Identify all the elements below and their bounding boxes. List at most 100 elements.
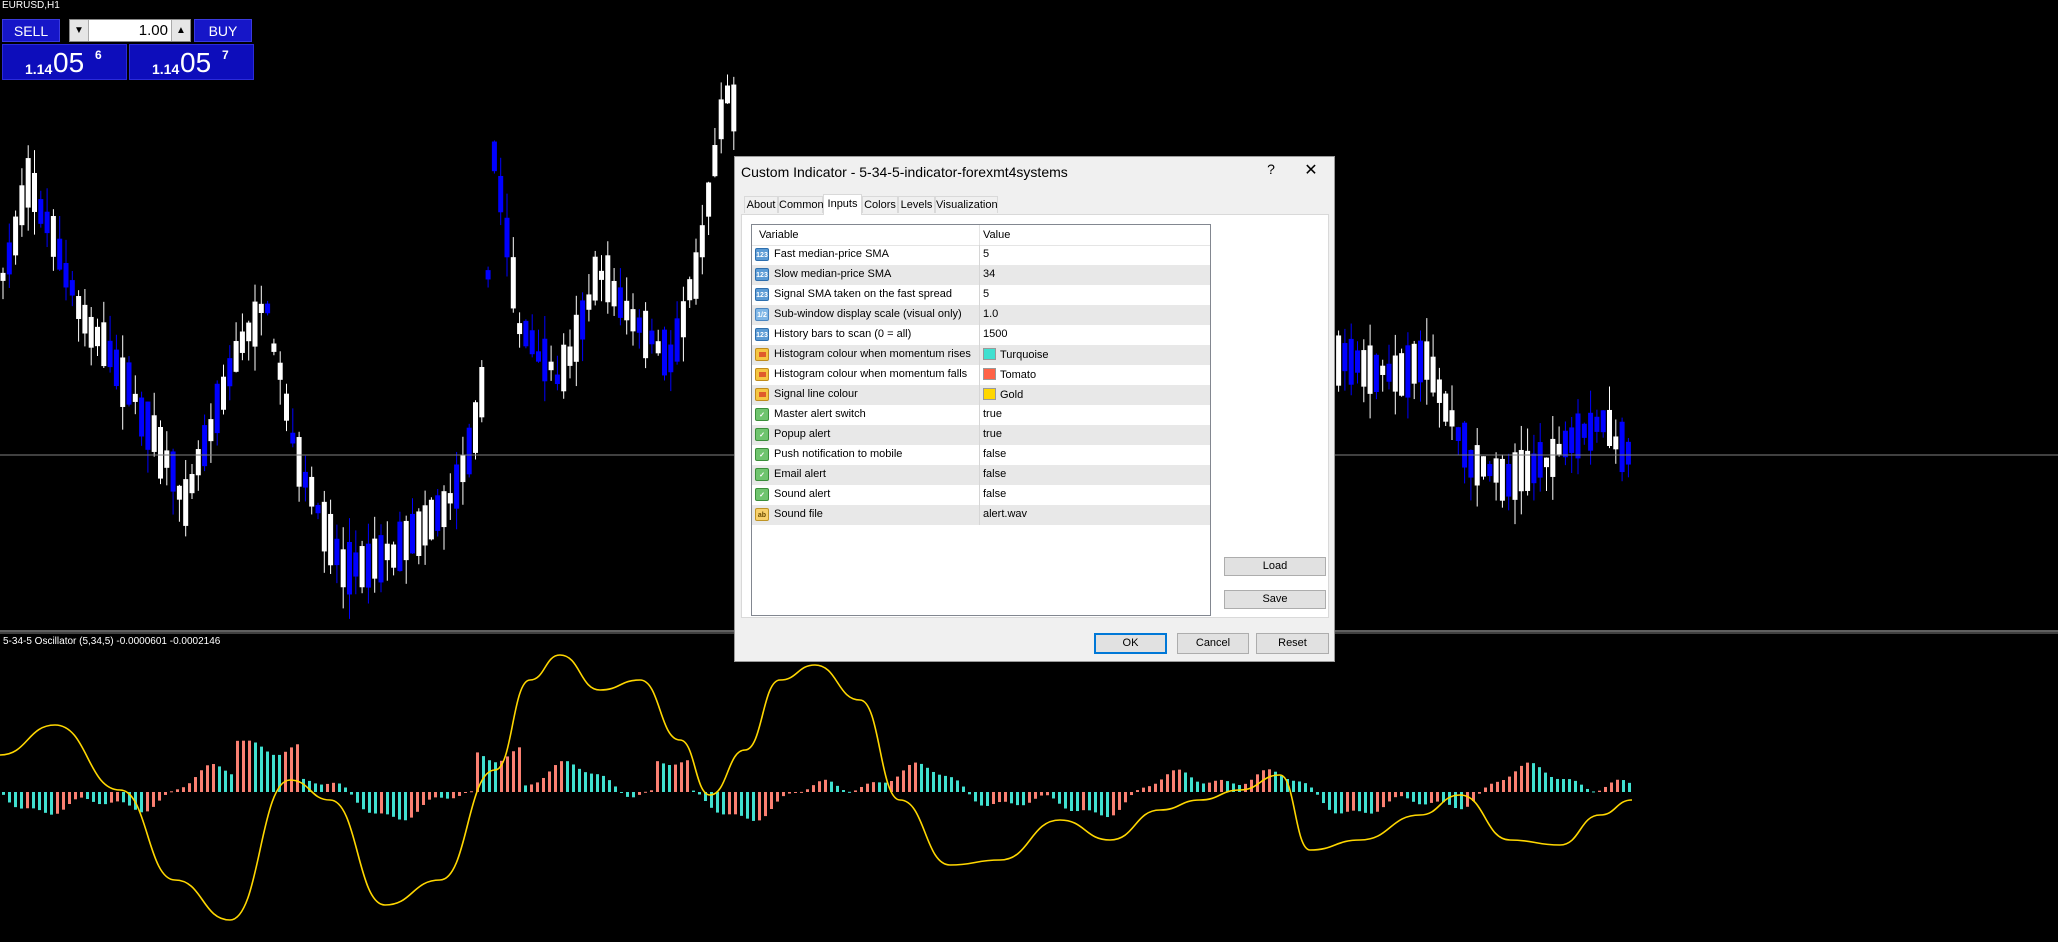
candle xyxy=(50,216,56,257)
table-row[interactable]: ✓ Email alert false xyxy=(752,465,1210,485)
histogram-bar xyxy=(1316,792,1319,795)
table-row[interactable]: ✓ Sound alert false xyxy=(752,485,1210,505)
candle xyxy=(580,300,586,340)
candle xyxy=(1487,464,1493,477)
histogram-bar xyxy=(1424,792,1427,805)
ok-button[interactable]: OK xyxy=(1094,633,1167,654)
tab-levels[interactable]: Levels xyxy=(898,196,935,213)
variable-value[interactable]: Gold xyxy=(983,388,1023,401)
variable-value[interactable]: true xyxy=(983,408,1002,420)
lot-decrease-arrow-icon[interactable]: ▼ xyxy=(70,20,89,41)
variable-value[interactable]: Turquoise xyxy=(983,348,1049,361)
histogram-bar xyxy=(146,792,149,812)
tab-inputs[interactable]: Inputs xyxy=(823,194,862,215)
variable-value[interactable]: false xyxy=(983,448,1006,460)
lot-increase-arrow-icon[interactable]: ▲ xyxy=(171,20,190,41)
table-row[interactable]: 1/2 Sub-window display scale (visual only… xyxy=(752,305,1210,325)
candle xyxy=(599,270,604,280)
oscillator-histogram xyxy=(2,740,1631,821)
histogram-bar xyxy=(866,783,869,792)
variable-value[interactable]: false xyxy=(983,488,1006,500)
variable-value[interactable]: 34 xyxy=(983,268,995,280)
histogram-bar xyxy=(1364,792,1367,813)
int-type-icon: 123 xyxy=(755,328,769,341)
variable-value[interactable]: alert.wav xyxy=(983,508,1027,520)
tab-visualization[interactable]: Visualization xyxy=(935,196,998,213)
variable-value-text: 1500 xyxy=(983,328,1008,340)
close-icon[interactable]: ✕ xyxy=(1301,160,1321,180)
table-row[interactable]: Histogram colour when momentum falls Toma… xyxy=(752,365,1210,385)
candle xyxy=(0,272,6,281)
histogram-bar xyxy=(26,792,29,809)
table-row[interactable]: ✓ Master alert switch true xyxy=(752,405,1210,425)
table-row[interactable]: ✓ Push notification to mobile false xyxy=(752,445,1210,465)
variable-value[interactable]: Tomato xyxy=(983,368,1036,381)
histogram-bar xyxy=(1082,792,1085,811)
tab-about[interactable]: About xyxy=(744,196,778,213)
cancel-button[interactable]: Cancel xyxy=(1177,633,1249,654)
histogram-bar xyxy=(728,792,731,815)
sell-button[interactable]: SELL xyxy=(2,19,60,42)
table-row[interactable]: ✓ Popup alert true xyxy=(752,425,1210,445)
histogram-bar xyxy=(560,761,563,792)
histogram-bar xyxy=(1322,792,1325,804)
buy-button[interactable]: BUY xyxy=(194,19,252,42)
variable-value[interactable]: 5 xyxy=(983,288,989,300)
table-row[interactable]: Signal line colour Gold xyxy=(752,385,1210,405)
variable-value[interactable]: 1500 xyxy=(983,328,1007,340)
candle xyxy=(1544,457,1549,468)
histogram-bar xyxy=(164,792,167,795)
histogram-bar xyxy=(410,792,413,818)
column-header-value[interactable]: Value xyxy=(983,229,1010,241)
table-row[interactable]: 123 Slow median-price SMA 34 xyxy=(752,265,1210,285)
histogram-bar xyxy=(1118,792,1121,810)
histogram-bar xyxy=(842,790,845,792)
table-row[interactable]: 123 Signal SMA taken on the fast spread 5 xyxy=(752,285,1210,305)
histogram-bar xyxy=(572,764,575,792)
histogram-bar xyxy=(1406,792,1409,799)
candle xyxy=(428,499,434,540)
histogram-bar xyxy=(116,792,119,802)
table-row[interactable]: 123 Fast median-price SMA 5 xyxy=(752,245,1210,265)
lot-size-input[interactable] xyxy=(90,21,168,40)
histogram-bar xyxy=(1430,792,1433,803)
candle xyxy=(630,309,636,332)
variable-value-text: 5 xyxy=(983,288,990,300)
tab-common[interactable]: Common xyxy=(778,196,824,213)
table-row[interactable]: Histogram colour when momentum rises Turq… xyxy=(752,345,1210,365)
lot-size-stepper[interactable]: ▼ ▲ xyxy=(69,19,191,42)
bid-price-button[interactable]: 1.14 05 6 xyxy=(2,44,127,80)
load-button[interactable]: Load xyxy=(1224,557,1326,576)
variable-value-text: true xyxy=(983,428,1002,440)
variable-value[interactable]: true xyxy=(983,428,1002,440)
histogram-bar xyxy=(764,792,767,817)
save-button[interactable]: Save xyxy=(1224,590,1326,609)
histogram-bar xyxy=(1466,792,1469,807)
candle xyxy=(170,451,176,492)
variable-value[interactable]: 1.0 xyxy=(983,308,998,320)
column-header-variable[interactable]: Variable xyxy=(759,229,799,241)
variable-value[interactable]: false xyxy=(983,468,1006,480)
histogram-bar xyxy=(200,770,203,792)
candle xyxy=(1380,365,1386,375)
candle xyxy=(233,341,239,372)
histogram-bar xyxy=(878,782,881,792)
histogram-bar xyxy=(1502,780,1505,792)
candle xyxy=(416,511,422,556)
variable-name: Push notification to mobile xyxy=(774,448,903,460)
grid-header: Variable Value xyxy=(752,225,1210,246)
ask-price-button[interactable]: 1.14 05 7 xyxy=(129,44,254,80)
table-row[interactable]: 123 History bars to scan (0 = all) 1500 xyxy=(752,325,1210,345)
reset-button[interactable]: Reset xyxy=(1256,633,1329,654)
candle xyxy=(258,303,264,313)
variable-value[interactable]: 5 xyxy=(983,248,989,260)
candle xyxy=(1607,409,1612,446)
candle xyxy=(605,255,611,303)
candle xyxy=(101,322,107,367)
table-row[interactable]: ab Sound file alert.wav xyxy=(752,505,1210,525)
tab-colors[interactable]: Colors xyxy=(862,196,898,213)
histogram-bar xyxy=(1064,792,1067,809)
histogram-bar xyxy=(194,777,197,792)
candle xyxy=(523,320,529,347)
help-icon[interactable]: ? xyxy=(1261,161,1281,177)
